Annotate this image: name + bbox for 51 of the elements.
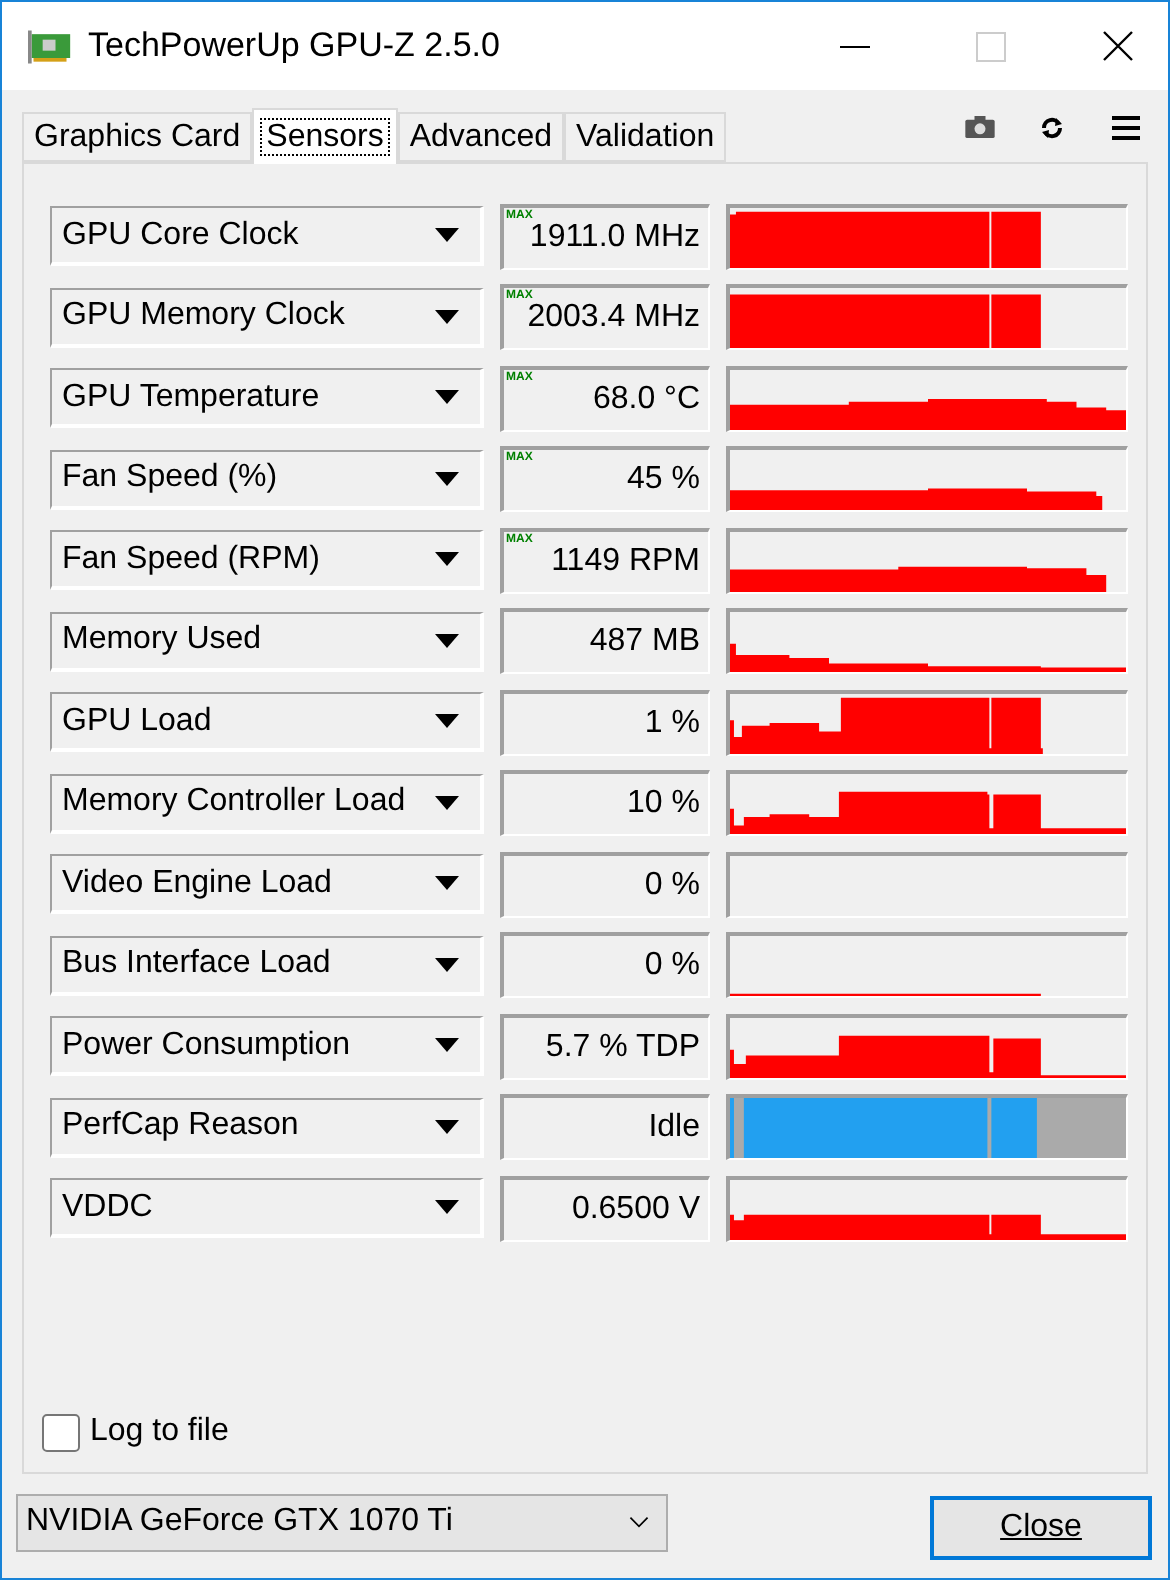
sensor-dropdown[interactable]: GPU Memory Clock [50,287,484,348]
dropdown-arrow-icon [434,471,460,486]
sensor-dropdown[interactable]: GPU Temperature [50,368,484,429]
dropdown-arrow-icon [434,228,460,243]
sensor-value: 487 MB [500,608,710,675]
maximize-icon [975,31,1005,61]
log-checkbox[interactable] [42,1413,80,1451]
sensor-value: 0.6500 V [500,1175,710,1242]
dropdown-arrow-icon [434,1038,460,1053]
close-button[interactable]: Close [930,1496,1152,1560]
dropdown-arrow-icon [434,390,460,405]
dropdown-arrow-icon [434,957,460,972]
dropdown-arrow-icon [434,714,460,729]
sensor-dropdown[interactable]: GPU Load [50,692,484,753]
sensor-value: 1 % [500,689,710,756]
sensor-dropdown[interactable]: Video Engine Load [50,854,484,915]
camera-icon[interactable] [964,116,996,138]
sensor-dropdown[interactable]: GPU Core Clock [50,206,484,267]
tab[interactable]: Graphics Card [22,112,253,162]
dropdown-arrow-icon [434,552,460,567]
menu-icon[interactable] [1112,116,1140,140]
dropdown-arrow-icon [434,309,460,324]
sensor-dropdown[interactable]: VDDC [50,1178,484,1239]
device-select[interactable]: NVIDIA GeForce GTX 1070 Ti [16,1493,668,1551]
tab[interactable]: Validation [564,112,727,162]
sensor-value: 5.7 % TDP [500,1013,710,1080]
sensor-dropdown[interactable]: Memory Controller Load [50,773,484,834]
dropdown-arrow-icon [434,876,460,891]
dropdown-arrow-icon [434,795,460,810]
log-label: Log to file [90,1412,229,1452]
graphics-card-icon [28,29,72,63]
refresh-icon[interactable] [1040,116,1064,140]
sensor-value: 10 % [500,770,710,837]
tab[interactable]: Sensors [252,108,398,164]
dropdown-arrow-icon [434,633,460,648]
window-title: TechPowerUp GPU-Z 2.5.0 [88,24,500,69]
dropdown-arrow-icon [434,1119,460,1134]
close-icon [1102,30,1134,62]
sensor-dropdown[interactable]: Fan Speed (RPM) [50,530,484,591]
chevron-icon [628,1516,650,1528]
minimize-icon [839,45,869,47]
sensor-dropdown[interactable]: Memory Used [50,611,484,672]
sensor-dropdown[interactable]: Bus Interface Load [50,935,484,996]
sensor-value: 0 % [500,932,710,999]
dropdown-arrow-icon [434,1200,460,1215]
sensor-dropdown[interactable]: Power Consumption [50,1016,484,1077]
sensor-value: Idle [500,1094,710,1161]
tab[interactable]: Advanced [397,112,565,162]
sensor-value: 0 % [500,851,710,918]
sensor-dropdown[interactable]: Fan Speed (%) [50,449,484,510]
sensor-dropdown[interactable]: PerfCap Reason [50,1097,484,1158]
